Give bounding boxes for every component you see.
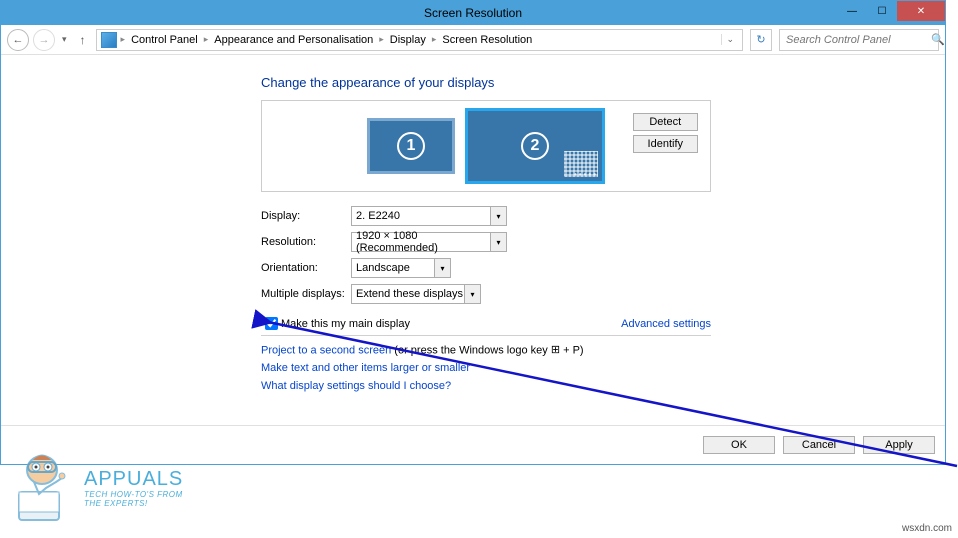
project-second-screen-link[interactable]: Project to a second screen	[261, 345, 391, 357]
display-select-value: 2. E2240	[356, 210, 400, 222]
monitor-number-label: 1	[397, 132, 425, 160]
resolution-label: Resolution:	[261, 236, 351, 248]
monitor-dots-icon: •••••	[574, 170, 598, 179]
mascot-icon	[14, 452, 76, 524]
chevron-down-icon: ▾	[464, 285, 480, 303]
content-area: Change the appearance of your displays 1…	[1, 55, 945, 425]
text-size-link[interactable]: Make text and other items larger or smal…	[261, 362, 470, 374]
breadcrumb-item[interactable]: Display	[388, 34, 428, 46]
apply-button[interactable]: Apply	[863, 436, 935, 454]
search-field[interactable]	[784, 33, 931, 47]
ok-button[interactable]: OK	[703, 436, 775, 454]
minimize-button[interactable]: —	[837, 1, 867, 21]
orientation-select-value: Landscape	[356, 262, 410, 274]
make-main-display-checkbox[interactable]	[265, 317, 278, 330]
appuals-logo-text: APPUALS	[84, 468, 183, 491]
cancel-button[interactable]: Cancel	[783, 436, 855, 454]
multiple-displays-label: Multiple displays:	[261, 288, 351, 300]
monitor-2[interactable]: 2 •••••	[465, 108, 605, 184]
toolbar: ← → ▾ ↑ ▸ Control Panel ▸ Appearance and…	[1, 25, 945, 55]
detect-button[interactable]: Detect	[633, 113, 698, 131]
display-arrangement-box[interactable]: 1 2 ••••• Detect Identify	[261, 100, 711, 192]
orientation-select[interactable]: Landscape ▾	[351, 258, 451, 278]
multiple-displays-select[interactable]: Extend these displays ▾	[351, 284, 481, 304]
chevron-down-icon: ▾	[434, 259, 450, 277]
resolution-select-value: 1920 × 1080 (Recommended)	[356, 230, 502, 254]
appuals-tagline-2: THE EXPERTS!	[84, 500, 183, 509]
attribution-text: wsxdn.com	[902, 523, 952, 534]
identify-button[interactable]: Identify	[633, 135, 698, 153]
chevron-right-icon: ▸	[379, 34, 384, 45]
orientation-label: Orientation:	[261, 262, 351, 274]
display-select[interactable]: 2. E2240 ▾	[351, 206, 507, 226]
chevron-right-icon: ▸	[121, 34, 126, 45]
breadcrumb-item[interactable]: Screen Resolution	[440, 34, 534, 46]
titlebar: Screen Resolution — ☐ ✕	[1, 1, 945, 25]
project-suffix-text-b: + P)	[560, 345, 584, 357]
chevron-down-icon: ▾	[490, 233, 506, 251]
up-button[interactable]: ↑	[74, 33, 92, 47]
maximize-button[interactable]: ☐	[867, 1, 897, 21]
monitor-1[interactable]: 1	[367, 118, 455, 174]
display-settings-help-link[interactable]: What display settings should I choose?	[261, 380, 451, 392]
make-main-display-label: Make this my main display	[281, 318, 410, 330]
display-label: Display:	[261, 210, 351, 222]
project-suffix-text: (or press the Windows logo key	[391, 345, 551, 357]
page-title: Change the appearance of your displays	[261, 75, 915, 90]
breadcrumb-item[interactable]: Appearance and Personalisation	[212, 34, 375, 46]
breadcrumb[interactable]: ▸ Control Panel ▸ Appearance and Persona…	[96, 29, 743, 51]
windows-key-icon: ⊞	[551, 342, 560, 360]
resolution-select[interactable]: 1920 × 1080 (Recommended) ▾	[351, 232, 507, 252]
chevron-right-icon: ▸	[204, 34, 209, 45]
breadcrumb-item[interactable]: Control Panel	[129, 34, 200, 46]
breadcrumb-dropdown-icon[interactable]: ⌄	[721, 34, 738, 45]
recent-locations-dropdown[interactable]: ▾	[59, 34, 70, 45]
search-icon: 🔍	[931, 33, 945, 46]
chevron-right-icon: ▸	[432, 34, 437, 45]
multiple-displays-select-value: Extend these displays	[356, 288, 463, 300]
search-input[interactable]: 🔍	[779, 29, 939, 51]
refresh-button[interactable]: ↻	[750, 29, 772, 51]
advanced-settings-link[interactable]: Advanced settings	[621, 318, 711, 330]
forward-button[interactable]: →	[33, 29, 55, 51]
close-button[interactable]: ✕	[897, 1, 945, 21]
monitor-number-label: 2	[521, 132, 549, 160]
chevron-down-icon: ▾	[490, 207, 506, 225]
appuals-watermark: APPUALS TECH HOW-TO'S FROM THE EXPERTS!	[14, 452, 183, 524]
back-button[interactable]: ←	[7, 29, 29, 51]
control-panel-icon	[101, 32, 117, 48]
window-title: Screen Resolution	[424, 6, 522, 20]
